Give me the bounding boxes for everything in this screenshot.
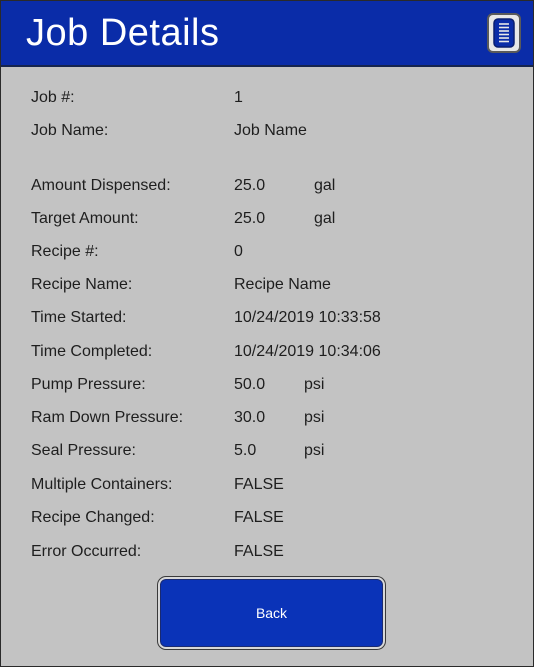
field-row: Ram Down Pressure: 30.0 psi	[31, 406, 511, 430]
field-value: 10/24/2019 10:34:06	[234, 343, 381, 360]
field-label: Multiple Containers:	[31, 476, 173, 493]
field-label: Error Occurred:	[31, 543, 142, 560]
field-label: Pump Pressure:	[31, 376, 146, 393]
header-bar: Job Details	[1, 1, 533, 67]
field-row: Recipe Changed: FALSE	[31, 506, 511, 530]
field-value: 25.0	[234, 210, 266, 227]
field-label: Amount Dispensed:	[31, 177, 171, 194]
field-row: Multiple Containers: FALSE	[31, 473, 511, 497]
field-row: Target Amount: 25.0 gal	[31, 207, 511, 231]
field-label: Recipe Changed:	[31, 509, 155, 526]
field-label: Target Amount:	[31, 210, 139, 227]
field-label: Job #:	[31, 89, 75, 106]
field-row: Time Completed: 10/24/2019 10:34:06	[31, 340, 511, 364]
field-value: FALSE	[234, 543, 284, 560]
field-label: Time Completed:	[31, 343, 153, 360]
field-value: 0	[234, 243, 243, 260]
field-row: Recipe Name: Recipe Name	[31, 273, 511, 297]
page-title: Job Details	[26, 12, 220, 54]
field-unit: psi	[304, 376, 325, 393]
field-label: Recipe #:	[31, 243, 99, 260]
field-row: Time Started: 10/24/2019 10:33:58	[31, 306, 511, 330]
field-row: Error Occurred: FALSE	[31, 540, 511, 564]
field-unit: gal	[314, 177, 336, 194]
field-unit: psi	[304, 442, 325, 459]
field-value: 1	[234, 89, 243, 106]
field-value: 5.0	[234, 442, 257, 459]
field-value: FALSE	[234, 476, 284, 493]
field-row: Recipe #: 0	[31, 240, 511, 264]
field-value: Job Name	[234, 122, 307, 139]
field-row: Amount Dispensed: 25.0 gal	[31, 174, 511, 198]
back-button[interactable]: Back	[157, 576, 386, 650]
job-details-screen: Job Details Job #: 1 Job Name: Job Name Amou…	[0, 0, 534, 667]
field-unit: psi	[304, 409, 325, 426]
field-label: Time Started:	[31, 309, 127, 326]
field-row: Job #: 1	[31, 86, 511, 110]
field-label: Recipe Name:	[31, 276, 133, 293]
field-unit: gal	[314, 210, 336, 227]
field-row: Pump Pressure: 50.0 psi	[31, 373, 511, 397]
field-label: Seal Pressure:	[31, 442, 136, 459]
field-value: Recipe Name	[234, 276, 331, 293]
field-value: 30.0	[234, 409, 266, 426]
field-value: FALSE	[234, 509, 284, 526]
field-label: Job Name:	[31, 122, 109, 139]
field-row: Job Name: Job Name	[31, 119, 511, 143]
field-value: 10/24/2019 10:33:58	[234, 309, 381, 326]
list-icon	[493, 18, 515, 48]
field-row: Seal Pressure: 5.0 psi	[31, 439, 511, 463]
field-label: Ram Down Pressure:	[31, 409, 184, 426]
field-value: 50.0	[234, 376, 266, 393]
menu-button[interactable]	[487, 13, 521, 53]
field-value: 25.0	[234, 177, 266, 194]
